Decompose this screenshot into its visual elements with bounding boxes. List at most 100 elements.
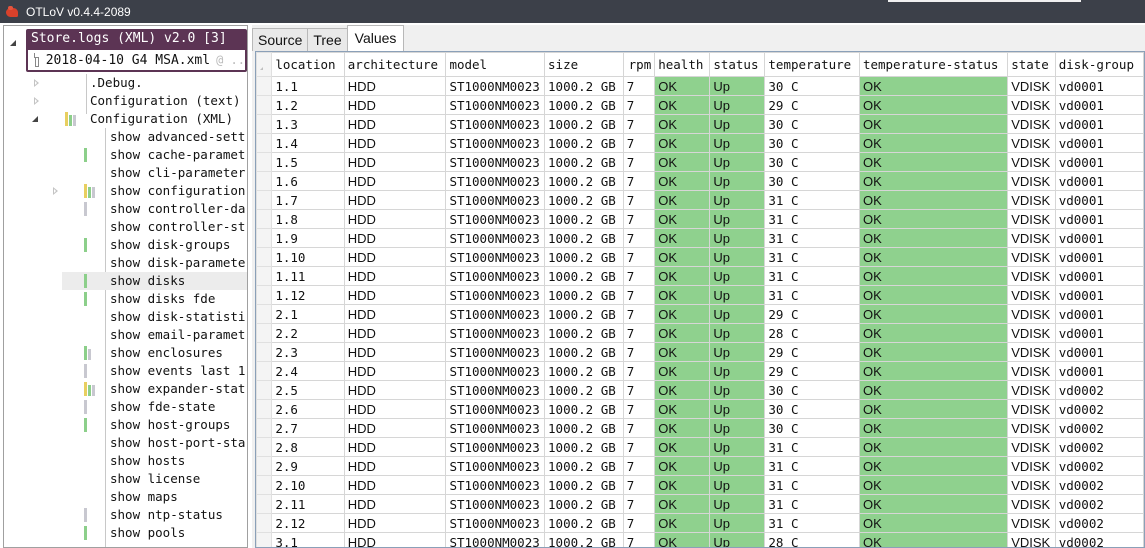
cell-status[interactable]: Up bbox=[709, 323, 766, 343]
cell-status[interactable]: Up bbox=[709, 380, 766, 400]
column-header-state[interactable]: state bbox=[1007, 52, 1056, 77]
table-row[interactable]: 1.9 HDD ST1000NM0023 1000.2 GB 7 OK Up 31 C OK VD… bbox=[256, 228, 1144, 248]
row-header[interactable] bbox=[256, 418, 273, 438]
table-row[interactable]: 1.6 HDD ST1000NM0023 1000.2 GB 7 OK Up 30 C OK VD… bbox=[256, 171, 1144, 191]
cell-architecture[interactable]: HDD bbox=[343, 209, 447, 229]
cell-disk-group[interactable]: vd0001 bbox=[1054, 285, 1144, 305]
tree-item[interactable]: show advanced-sett bbox=[4, 128, 247, 146]
cell-status[interactable]: Up bbox=[709, 190, 766, 210]
cell-status[interactable]: Up bbox=[709, 152, 766, 172]
cell-state[interactable]: VDISK bbox=[1007, 437, 1056, 457]
cell-size[interactable]: 1000.2 GB bbox=[544, 152, 624, 172]
cell-size[interactable]: 1000.2 GB bbox=[544, 513, 624, 533]
cell-rpm[interactable]: 7 bbox=[622, 342, 656, 362]
row-header[interactable] bbox=[256, 76, 273, 96]
cell-location[interactable]: 2.7 bbox=[271, 418, 345, 438]
cell-rpm[interactable]: 7 bbox=[622, 513, 656, 533]
cell-temperature-status[interactable]: OK bbox=[858, 190, 1009, 210]
cell-status[interactable]: Up bbox=[709, 494, 766, 514]
cell-status[interactable]: Up bbox=[709, 76, 766, 96]
cell-status[interactable]: Up bbox=[709, 437, 766, 457]
cell-model[interactable]: ST1000NM0023 bbox=[445, 171, 546, 191]
table-row[interactable]: 2.6 HDD ST1000NM0023 1000.2 GB 7 OK Up 30 C OK VD… bbox=[256, 399, 1144, 419]
cell-location[interactable]: 2.10 bbox=[271, 475, 345, 495]
row-header[interactable] bbox=[256, 266, 273, 286]
cell-status[interactable]: Up bbox=[709, 209, 766, 229]
cell-temperature-status[interactable]: OK bbox=[858, 361, 1009, 381]
cell-rpm[interactable]: 7 bbox=[622, 323, 656, 343]
cell-temperature-status[interactable]: OK bbox=[858, 513, 1009, 533]
table-row[interactable]: 2.10 HDD ST1000NM0023 1000.2 GB 7 OK Up 31 C OK V… bbox=[256, 475, 1144, 495]
cell-architecture[interactable]: HDD bbox=[343, 304, 447, 324]
cell-rpm[interactable]: 7 bbox=[622, 399, 656, 419]
cell-rpm[interactable]: 7 bbox=[622, 171, 656, 191]
cell-architecture[interactable]: HDD bbox=[343, 171, 447, 191]
cell-temperature[interactable]: 30 C bbox=[764, 114, 860, 134]
tree-item[interactable]: Configuration (XML) bbox=[4, 110, 247, 128]
collapsed-triangle-icon[interactable] bbox=[53, 187, 58, 195]
cell-size[interactable]: 1000.2 GB bbox=[544, 437, 624, 457]
cell-location[interactable]: 2.8 bbox=[271, 437, 345, 457]
tree-item[interactable]: show fde-state bbox=[4, 398, 247, 416]
cell-disk-group[interactable]: vd0002 bbox=[1054, 380, 1144, 400]
cell-rpm[interactable]: 7 bbox=[622, 418, 656, 438]
cell-model[interactable]: ST1000NM0023 bbox=[445, 342, 546, 362]
cell-health[interactable]: OK bbox=[654, 418, 711, 438]
cell-state[interactable]: VDISK bbox=[1007, 133, 1056, 153]
cell-model[interactable]: ST1000NM0023 bbox=[445, 494, 546, 514]
cell-rpm[interactable]: 7 bbox=[622, 380, 656, 400]
cell-size[interactable]: 1000.2 GB bbox=[544, 304, 624, 324]
cell-state[interactable]: VDISK bbox=[1007, 266, 1056, 286]
cell-state[interactable]: VDISK bbox=[1007, 513, 1056, 533]
cell-status[interactable]: Up bbox=[709, 95, 766, 115]
cell-model[interactable]: ST1000NM0023 bbox=[445, 76, 546, 96]
cell-model[interactable]: ST1000NM0023 bbox=[445, 532, 546, 547]
cell-state[interactable]: VDISK bbox=[1007, 304, 1056, 324]
cell-health[interactable]: OK bbox=[654, 152, 711, 172]
cell-temperature-status[interactable]: OK bbox=[858, 76, 1009, 96]
cell-size[interactable]: 1000.2 GB bbox=[544, 342, 624, 362]
cell-location[interactable]: 2.5 bbox=[271, 380, 345, 400]
cell-state[interactable]: VDISK bbox=[1007, 380, 1056, 400]
cell-disk-group[interactable]: vd0001 bbox=[1054, 76, 1144, 96]
cell-health[interactable]: OK bbox=[654, 399, 711, 419]
cell-disk-group[interactable]: vd0001 bbox=[1054, 171, 1144, 191]
column-header-model[interactable]: model bbox=[445, 52, 546, 77]
cell-health[interactable]: OK bbox=[654, 114, 711, 134]
cell-temperature[interactable]: 31 C bbox=[764, 475, 860, 495]
cell-location[interactable]: 1.4 bbox=[271, 133, 345, 153]
cell-size[interactable]: 1000.2 GB bbox=[544, 361, 624, 381]
cell-architecture[interactable]: HDD bbox=[343, 437, 447, 457]
tab-source[interactable]: Source bbox=[252, 28, 309, 51]
column-header-architecture[interactable]: architecture bbox=[343, 52, 447, 77]
table-row[interactable]: 2.5 HDD ST1000NM0023 1000.2 GB 7 OK Up 30 C OK VD… bbox=[256, 380, 1144, 400]
cell-state[interactable]: VDISK bbox=[1007, 95, 1056, 115]
tree-item[interactable]: show ntp-status bbox=[4, 506, 247, 524]
cell-disk-group[interactable]: vd0001 bbox=[1054, 114, 1144, 134]
cell-health[interactable]: OK bbox=[654, 190, 711, 210]
cell-status[interactable]: Up bbox=[709, 399, 766, 419]
table-row[interactable]: 1.12 HDD ST1000NM0023 1000.2 GB 7 OK Up 31 C OK V… bbox=[256, 285, 1144, 305]
cell-model[interactable]: ST1000NM0023 bbox=[445, 133, 546, 153]
cell-status[interactable]: Up bbox=[709, 171, 766, 191]
cell-size[interactable]: 1000.2 GB bbox=[544, 285, 624, 305]
cell-architecture[interactable]: HDD bbox=[343, 380, 447, 400]
table-row[interactable]: 1.11 HDD ST1000NM0023 1000.2 GB 7 OK Up 31 C OK V… bbox=[256, 266, 1144, 286]
cell-architecture[interactable]: HDD bbox=[343, 76, 447, 96]
cell-rpm[interactable]: 7 bbox=[622, 247, 656, 267]
cell-location[interactable]: 1.6 bbox=[271, 171, 345, 191]
cell-temperature[interactable]: 30 C bbox=[764, 152, 860, 172]
cell-temperature-status[interactable]: OK bbox=[858, 152, 1009, 172]
tree-item[interactable]: show disk-groups bbox=[4, 236, 247, 254]
cell-model[interactable]: ST1000NM0023 bbox=[445, 114, 546, 134]
cell-status[interactable]: Up bbox=[709, 247, 766, 267]
cell-size[interactable]: 1000.2 GB bbox=[544, 494, 624, 514]
cell-size[interactable]: 1000.2 GB bbox=[544, 95, 624, 115]
cell-state[interactable]: VDISK bbox=[1007, 456, 1056, 476]
cell-temperature-status[interactable]: OK bbox=[858, 532, 1009, 547]
cell-disk-group[interactable]: vd0002 bbox=[1054, 456, 1144, 476]
cell-temperature[interactable]: 31 C bbox=[764, 437, 860, 457]
table-row[interactable]: 2.12 HDD ST1000NM0023 1000.2 GB 7 OK Up 31 C OK V… bbox=[256, 513, 1144, 533]
cell-temperature-status[interactable]: OK bbox=[858, 323, 1009, 343]
cell-disk-group[interactable]: vd0001 bbox=[1054, 342, 1144, 362]
